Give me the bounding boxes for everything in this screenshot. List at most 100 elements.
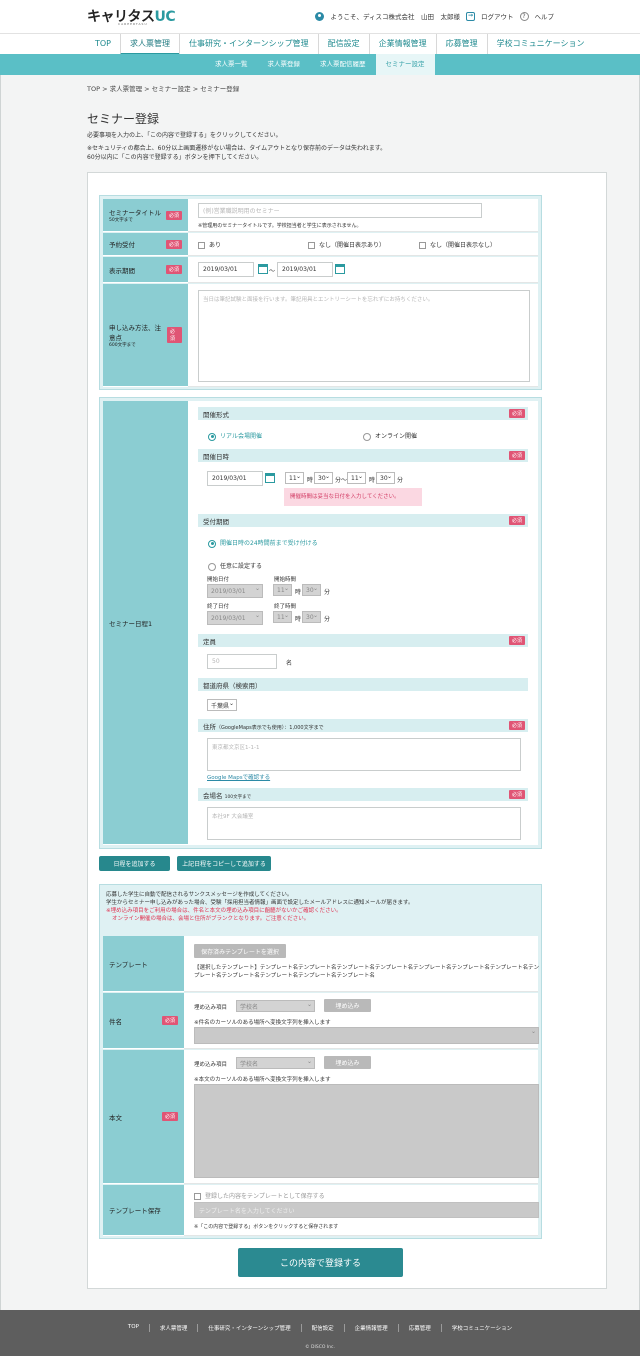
subnav-job-list[interactable]: 求人票一覧 [205, 54, 258, 75]
gnav-school-comm[interactable]: 学校コミュニケーション [486, 34, 594, 55]
footer-link-applications[interactable]: 応募管理 [397, 1324, 441, 1332]
submit-button[interactable]: この内容で登録する [238, 1248, 403, 1277]
accept-start-hour[interactable]: 11 [273, 584, 292, 596]
footer-link-job[interactable]: 求人票管理 [148, 1324, 198, 1332]
capacity-header: 定員 必須 [198, 634, 528, 647]
logout-icon[interactable]: → [466, 11, 475, 21]
reserve-option-no-show[interactable]: なし（開催日表示あり） [308, 240, 385, 249]
logo-subtitle: CAREERTASU [118, 22, 148, 26]
subject-embed-select[interactable]: 学校名 [236, 1000, 315, 1012]
subject-input[interactable] [194, 1027, 539, 1044]
venue-textarea[interactable]: 本社9F 大会議室 [207, 807, 521, 840]
calendar-icon[interactable] [335, 264, 345, 274]
end-minute-select[interactable]: 30 [376, 472, 395, 484]
gnav-top[interactable]: TOP [86, 34, 120, 55]
radio-icon[interactable] [363, 432, 371, 441]
radio-icon[interactable] [208, 562, 216, 571]
subnav-job-register[interactable]: 求人票登録 [258, 54, 311, 75]
end-hour-select[interactable]: 11 [347, 472, 366, 484]
hour-unit: 時 [307, 477, 314, 484]
body-textarea[interactable] [194, 1084, 539, 1178]
footer-link-school[interactable]: 学校コミュニケーション [440, 1324, 522, 1332]
template-name-input[interactable]: テンプレート名を入力してください [194, 1202, 539, 1218]
gnav-internship[interactable]: 仕事研究・インターンシップ管理 [179, 34, 318, 55]
start-hour-select[interactable]: 11 [285, 472, 304, 484]
date-error-message: 開催時間は妥当な日付を入力してください。 [284, 488, 422, 506]
embed-label: 埋め込み項目 [194, 1062, 228, 1068]
title-label: セミナータイトル 50文字まで 必須 [103, 199, 188, 232]
format-real-radio[interactable]: リアル会場開催 [208, 431, 262, 441]
body-embed-button[interactable]: 埋め込み [324, 1056, 371, 1069]
subject-embed-button[interactable]: 埋め込み [324, 999, 371, 1012]
format-online-radio[interactable]: オンライン開催 [363, 431, 417, 441]
selected-template-text: 【選択したテンプレート】テンプレート名テンプレート名テンプレート名テンプレート名… [194, 965, 540, 979]
page-title: セミナー登録 [87, 112, 160, 126]
gnav-company[interactable]: 企業情報管理 [368, 34, 436, 55]
accept-24h-radio[interactable]: 開催日時の24時間前まで受け付ける [208, 538, 318, 548]
accept-start-minute[interactable]: 30 [302, 584, 321, 596]
save-template-checkbox[interactable]: 登録した内容をテンプレートとして保存する [194, 1191, 325, 1200]
message-info: 応募した学生に自動で配信されるサンクスメッセージを作成してください。 学生からセ… [106, 892, 414, 922]
accept-header: 受付期間 必須 [198, 514, 528, 527]
period-from-input[interactable]: 2019/03/01 [198, 262, 254, 277]
gnav-delivery[interactable]: 配信設定 [317, 34, 369, 55]
gnav-job-management[interactable]: 求人票管理 [120, 34, 180, 55]
required-badge: 必須 [508, 409, 525, 418]
footer-link-company[interactable]: 企業情報管理 [343, 1324, 398, 1332]
reserve-option-no-hide[interactable]: なし（開催日表示なし） [419, 240, 496, 249]
period-to-input[interactable]: 2019/03/01 [277, 262, 333, 277]
end-time-label: 終了時間 [274, 604, 297, 610]
seminar-title-input[interactable]: (例)営業職説明用のセミナー [198, 203, 482, 218]
capacity-input[interactable]: 50 [207, 654, 277, 669]
address-textarea[interactable]: 東京都文京区1-1-1 [207, 738, 521, 771]
accept-end-hour[interactable]: 11 [273, 611, 292, 623]
save-note: ※「この内容で登録する」ボタンをクリックすると保存されます [194, 1224, 339, 1230]
calendar-icon[interactable] [258, 264, 268, 274]
embed-label: 埋め込み項目 [194, 1005, 228, 1011]
help-icon[interactable]: ? [519, 11, 529, 21]
footer-link-delivery[interactable]: 配信設定 [300, 1324, 344, 1332]
subnav-seminar-settings[interactable]: セミナー設定 [375, 54, 435, 75]
select-template-button[interactable]: 保存済みテンプレートを選択 [194, 944, 286, 958]
accept-end-minute[interactable]: 30 [302, 611, 321, 623]
format-header: 開催形式 必須 [198, 407, 528, 420]
address-header: 住所（GoogleMaps表示でも使用）：1,000文字まで 必須 [198, 719, 528, 732]
user-icon [315, 11, 325, 21]
checkbox-icon[interactable] [308, 242, 315, 249]
reserve-option-yes[interactable]: あり [198, 240, 221, 249]
google-maps-link[interactable]: Google Mapsで確認する [207, 773, 270, 781]
end-date-label: 終了日付 [207, 604, 230, 610]
template-save-label: テンプレート保存 [103, 1185, 184, 1236]
prefecture-select[interactable]: 千葉県 [207, 699, 237, 711]
add-schedule-button[interactable]: 日程を追加する [99, 856, 170, 871]
hour-unit: 時 [295, 589, 302, 596]
subnav-job-history[interactable]: 求人票配信履歴 [310, 54, 376, 75]
footer-link-internship[interactable]: 仕事研究・インターンシップ管理 [197, 1324, 300, 1332]
required-badge: 必須 [508, 516, 525, 525]
checkbox-icon[interactable] [419, 242, 426, 249]
period-label: 表示期間 必須 [103, 257, 188, 283]
calendar-icon[interactable] [265, 473, 275, 483]
checkbox-icon[interactable] [194, 1193, 201, 1200]
hour-unit: 時 [369, 477, 376, 484]
method-textarea[interactable]: 当日は筆記試験と面接を行います。筆記用具とエントリーシートを忘れずにお持ちくださ… [198, 290, 530, 382]
radio-icon[interactable] [208, 539, 216, 548]
body-embed-select[interactable]: 学校名 [236, 1057, 315, 1069]
accept-custom-radio[interactable]: 任意に設定する [208, 561, 262, 571]
help-link[interactable]: ヘルプ [535, 11, 555, 21]
radio-icon[interactable] [208, 432, 216, 441]
event-date-input[interactable]: 2019/03/01 [207, 471, 263, 486]
header: キャリタスUC CAREERTASU ようこそ、ディスコ株式会社 山田 太郎様 … [0, 0, 640, 33]
start-minute-select[interactable]: 30 [314, 472, 333, 484]
seminar-schedule-section: セミナー日程1 開催形式 必須 リアル会場開催 オンライン開催 開催日時 必須 20… [99, 397, 542, 849]
prefecture-header: 都道府県（検索用） [198, 678, 528, 691]
reserve-label: 予約受付 必須 [103, 233, 188, 256]
accept-start-date[interactable]: 2019/03/01 [207, 584, 263, 598]
copy-schedule-button[interactable]: 上記日程をコピーして追加する [177, 856, 271, 871]
logout-link[interactable]: ログアウト [481, 11, 514, 21]
footer-link-top[interactable]: TOP [118, 1324, 149, 1332]
required-badge: 必須 [508, 451, 525, 460]
gnav-applications[interactable]: 応募管理 [435, 34, 487, 55]
accept-end-date[interactable]: 2019/03/01 [207, 611, 263, 625]
checkbox-icon[interactable] [198, 242, 205, 249]
